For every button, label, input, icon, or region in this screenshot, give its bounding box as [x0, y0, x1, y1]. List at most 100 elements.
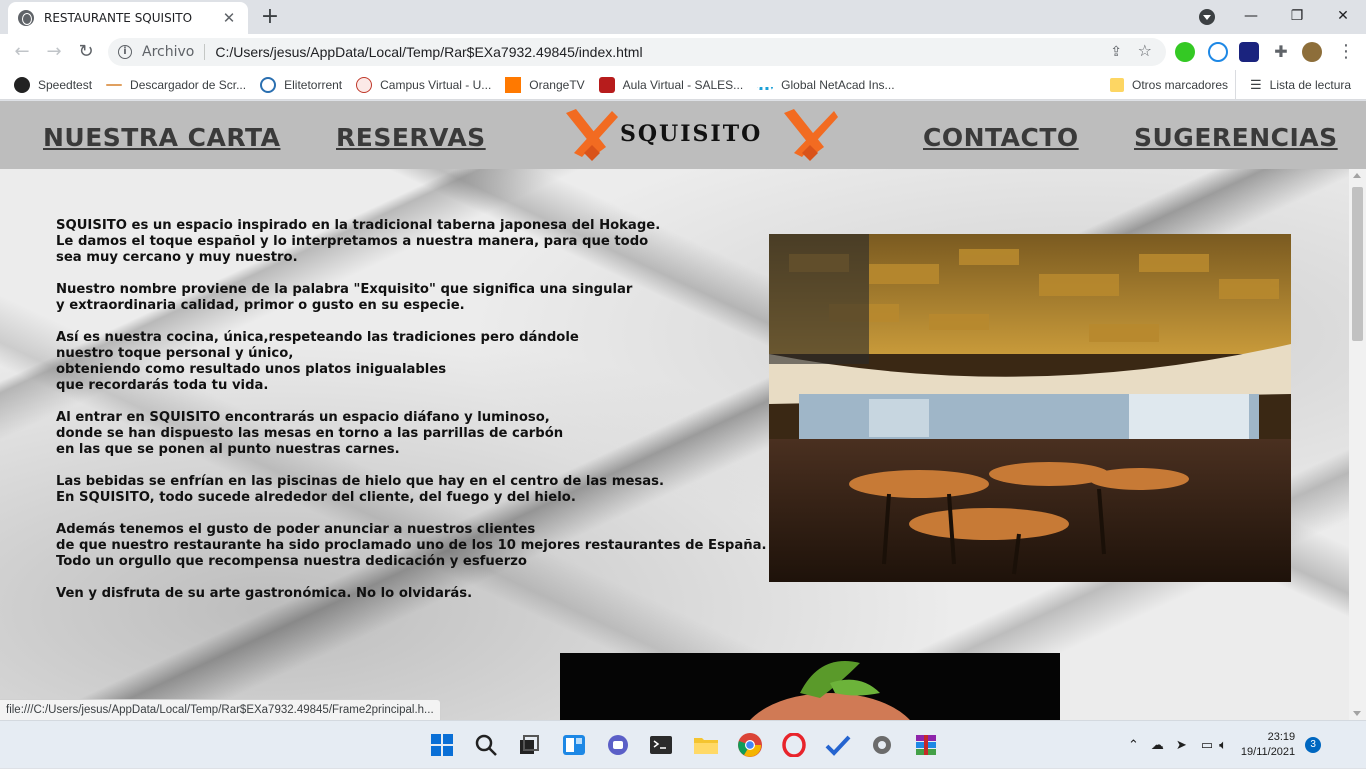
- address-url[interactable]: C:/Users/jesus/AppData/Local/Temp/Rar$EX…: [215, 44, 642, 60]
- scrollbar-thumb[interactable]: [1352, 187, 1363, 341]
- chrome-icon[interactable]: [736, 731, 764, 759]
- clock-date: 19/11/2021: [1240, 746, 1296, 758]
- campus-icon: [356, 76, 373, 93]
- dash-icon: [106, 83, 123, 86]
- browser-toolbar: ← → ↻ i Archivo C:/Users/jesus/AppData/L…: [0, 34, 1366, 70]
- logo-wordmark: SQUISITO: [620, 121, 763, 147]
- elitetorrent-icon: [260, 76, 277, 93]
- opera-icon[interactable]: [780, 731, 808, 759]
- cisco-icon: [757, 80, 774, 90]
- profile-avatar[interactable]: [1302, 42, 1322, 62]
- extension-sync-icon[interactable]: [1208, 42, 1228, 62]
- nav-sugerencias[interactable]: SUGERENCIAS: [1134, 123, 1338, 152]
- notification-badge[interactable]: 3: [1305, 737, 1322, 753]
- cloud-icon[interactable]: ☁: [1151, 737, 1164, 753]
- browser-tab[interactable]: RESTAURANTE SQUISITO ✕: [8, 2, 248, 34]
- share-icon[interactable]: ⇪: [1110, 44, 1122, 60]
- minimize-button[interactable]: —: [1228, 0, 1274, 32]
- status-bar-url: file:///C:/Users/jesus/AppData/Local/Tem…: [0, 699, 441, 720]
- location-icon[interactable]: ➤: [1176, 737, 1187, 753]
- extension-green-icon[interactable]: [1175, 42, 1195, 62]
- folder-icon: [1110, 78, 1124, 92]
- extensions-puzzle-icon[interactable]: ✚: [1271, 42, 1291, 62]
- file-explorer-icon[interactable]: [692, 731, 720, 759]
- bookmark-label: Aula Virtual - SALES...: [622, 77, 744, 92]
- reload-button[interactable]: ↻: [70, 36, 102, 68]
- paragraph: Además tenemos el gusto de poder anuncia…: [56, 522, 767, 569]
- food-photo: [560, 653, 1060, 720]
- globe-icon: [18, 10, 34, 26]
- bookmark-item[interactable]: Elitetorrent: [260, 76, 343, 93]
- bookmark-star-icon[interactable]: ☆: [1138, 41, 1152, 60]
- paragraph: Nuestro nombre proviene de la palabra "E…: [56, 282, 633, 313]
- bookmark-label: OrangeTV: [529, 77, 585, 92]
- network-icon[interactable]: ▭: [1201, 737, 1213, 753]
- bookmark-item[interactable]: Descargador de Scr...: [106, 78, 246, 92]
- clock[interactable]: 23:19 19/11/2021: [1241, 730, 1295, 760]
- info-icon[interactable]: i: [118, 45, 132, 59]
- bookmark-item[interactable]: Campus Virtual - U...: [356, 76, 492, 93]
- tab-search-icon[interactable]: [1199, 9, 1215, 25]
- address-bar[interactable]: i Archivo C:/Users/jesus/AppData/Local/T…: [108, 38, 1166, 66]
- new-tab-button[interactable]: +: [258, 5, 282, 29]
- nav-reservas[interactable]: RESERVAS: [336, 123, 486, 152]
- squisito-logo[interactable]: SQUISITO: [562, 107, 838, 163]
- paragraph: Al entrar en SQUISITO encontrarás un esp…: [56, 410, 564, 457]
- search-icon[interactable]: [472, 731, 500, 759]
- bookmark-label: Descargador de Scr...: [130, 77, 247, 92]
- paragraph: Así es nuestra cocina, única,respeteando…: [56, 330, 579, 393]
- reading-list-label: Lista de lectura: [1269, 78, 1352, 92]
- chevron-up-icon[interactable]: ⌃: [1128, 737, 1139, 753]
- close-window-button[interactable]: ✕: [1320, 0, 1366, 32]
- paragraph: Ven y disfruta de su arte gastronómica. …: [56, 586, 473, 601]
- extension-dashlane-icon[interactable]: [1239, 42, 1259, 62]
- bookmark-item[interactable]: OrangeTV: [505, 76, 585, 93]
- aula-icon: [598, 76, 615, 93]
- paragraph: SQUISITO es un espacio inspirado en la t…: [56, 218, 661, 265]
- widgets-icon[interactable]: [560, 731, 588, 759]
- terminal-icon[interactable]: [647, 731, 675, 759]
- clock-time: 23:19: [1267, 731, 1296, 743]
- task-view-icon[interactable]: [515, 731, 543, 759]
- tab-title: RESTAURANTE SQUISITO: [44, 11, 193, 25]
- restaurant-interior-photo: [769, 234, 1291, 582]
- orange-icon: [505, 76, 522, 93]
- settings-gear-icon[interactable]: [868, 731, 896, 759]
- winrar-icon[interactable]: [912, 731, 940, 759]
- other-bookmarks-label: Otros marcadores: [1132, 78, 1229, 92]
- bookmark-item[interactable]: Aula Virtual - SALES...: [598, 76, 744, 93]
- site-nav: NUESTRA CARTA RESERVAS SQUISITO CONTACTO…: [0, 101, 1366, 169]
- bookmark-item[interactable]: Speedtest: [14, 76, 93, 93]
- bookmark-label: Global NetAcad Ins...: [781, 77, 895, 92]
- bookmark-item[interactable]: Global NetAcad Ins...: [757, 77, 895, 92]
- nav-contacto[interactable]: CONTACTO: [923, 123, 1079, 152]
- back-button[interactable]: ←: [6, 36, 38, 68]
- nav-nuestra-carta[interactable]: NUESTRA CARTA: [43, 123, 280, 152]
- tab-strip: RESTAURANTE SQUISITO ✕ + — ❐ ✕: [0, 0, 1366, 34]
- todo-check-icon[interactable]: [824, 731, 852, 759]
- reading-list-icon: ☰: [1250, 77, 1262, 92]
- address-scheme: Archivo: [142, 44, 206, 60]
- bookmarks-bar: Speedtest Descargador de Scr... Elitetor…: [0, 70, 1366, 100]
- speedtest-icon: [14, 76, 30, 93]
- page-scrollbar[interactable]: [1349, 169, 1366, 720]
- system-tray: ⌃ ☁ ➤ ▭ 🔈︎ 23:19 19/11/2021 3: [1128, 721, 1322, 769]
- intro-text: SQUISITO es un espacio inspirado en la t…: [56, 218, 776, 618]
- page-viewport: NUESTRA CARTA RESERVAS SQUISITO CONTACTO…: [0, 101, 1366, 720]
- other-bookmarks[interactable]: Otros marcadores: [1110, 70, 1228, 100]
- menu-kebab-icon[interactable]: ⋮: [1336, 42, 1356, 62]
- start-windows-icon[interactable]: [428, 731, 456, 759]
- bookmark-label: Campus Virtual - U...: [380, 77, 492, 92]
- reading-list[interactable]: ☰ Lista de lectura: [1235, 70, 1351, 100]
- taskbar: ⌃ ☁ ➤ ▭ 🔈︎ 23:19 19/11/2021 3: [0, 720, 1366, 768]
- forward-button[interactable]: →: [38, 36, 70, 68]
- maximize-button[interactable]: ❐: [1274, 0, 1320, 32]
- paragraph: Las bebidas se enfrían en las piscinas d…: [56, 474, 665, 505]
- scroll-up-icon[interactable]: [1353, 173, 1361, 178]
- scroll-down-icon[interactable]: [1353, 711, 1361, 716]
- volume-icon[interactable]: 🔈︎: [1219, 737, 1227, 753]
- bookmark-label: Speedtest: [38, 77, 93, 92]
- tab-close-button[interactable]: ✕: [220, 9, 238, 27]
- bookmark-label: Elitetorrent: [284, 77, 343, 92]
- teams-chat-icon[interactable]: [604, 731, 632, 759]
